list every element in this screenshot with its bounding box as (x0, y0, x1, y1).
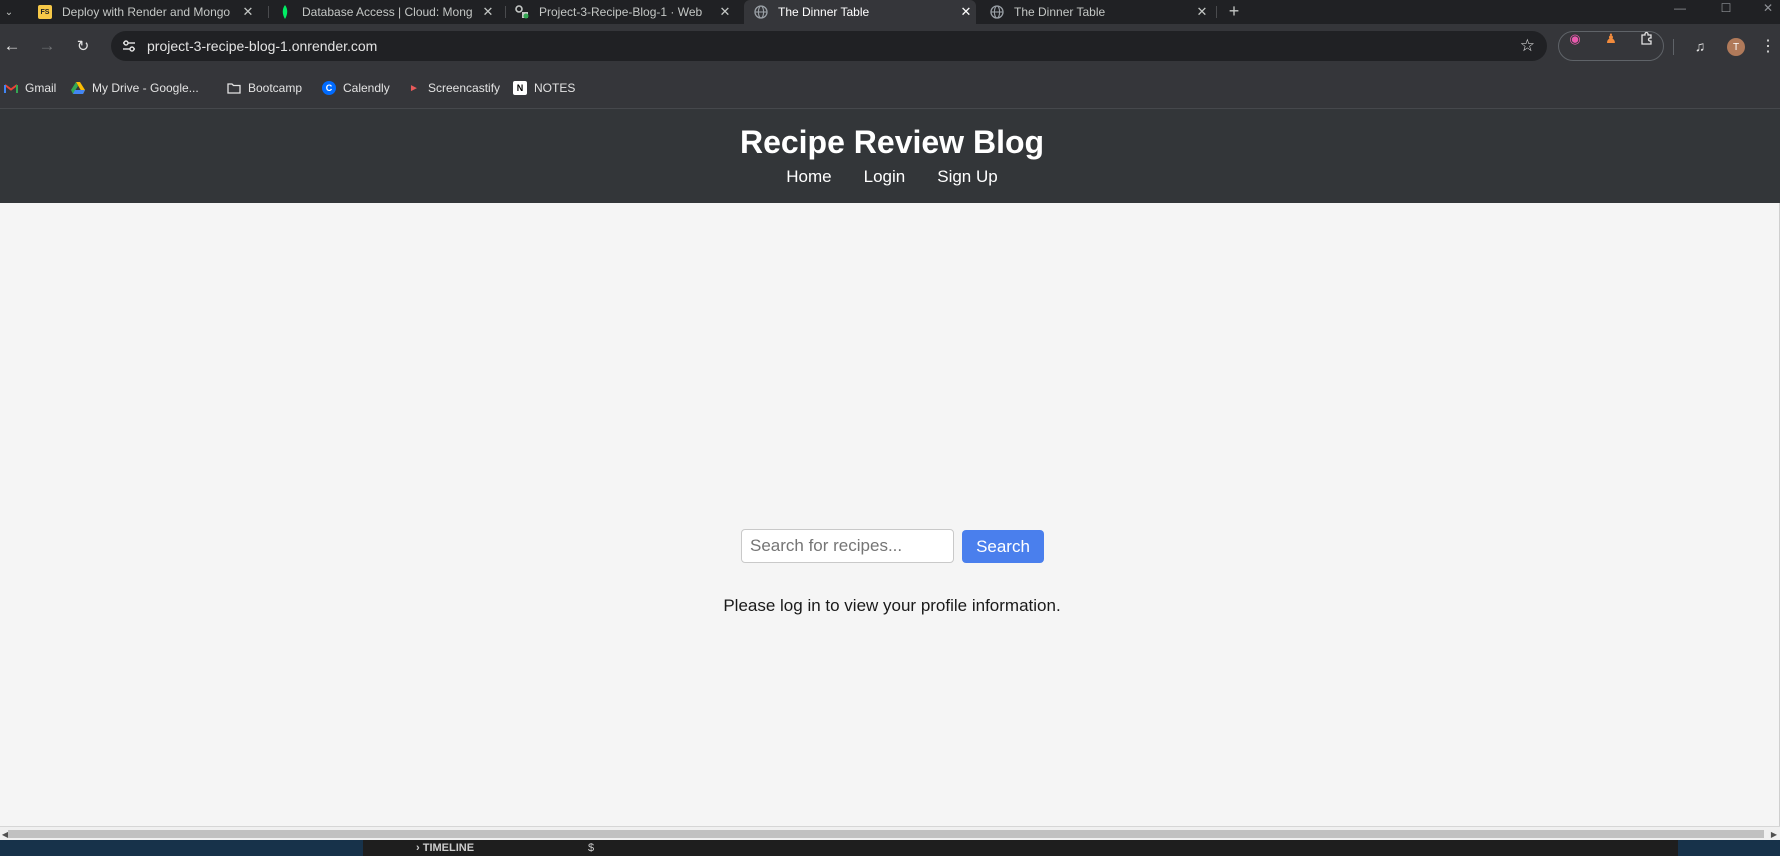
render-logo-icon (515, 5, 529, 19)
new-tab-plus-icon[interactable]: + (1224, 0, 1244, 22)
extension-figure-icon[interactable]: ♟ (1603, 31, 1619, 47)
background-editor-panel (363, 840, 1678, 856)
tab-dinner-table[interactable]: The Dinner Table ✕ (980, 0, 1212, 24)
tab-close-icon[interactable]: ✕ (956, 4, 976, 20)
tab-title: Project-3-Recipe-Blog-1 · Web (539, 5, 703, 19)
timeline-label-text: TIMELINE (422, 842, 475, 854)
tab-close-icon[interactable]: ✕ (238, 4, 258, 20)
search-button[interactable]: Search (962, 530, 1044, 563)
tab-close-icon[interactable]: ✕ (1192, 4, 1212, 20)
nav-signup-link[interactable]: Sign Up (937, 167, 997, 187)
forward-arrow-icon[interactable]: → (35, 34, 59, 58)
scrollbar-thumb[interactable] (8, 830, 1764, 838)
folder-icon (227, 81, 241, 95)
timeline-panel-label: › TIMELINE (416, 842, 475, 854)
bookmark-label: Calendly (343, 81, 390, 95)
google-drive-icon (71, 81, 85, 95)
address-url[interactable]: project-3-recipe-blog-1.onrender.com (147, 38, 377, 54)
site-info-tune-icon[interactable] (121, 38, 137, 54)
notion-icon: N (513, 81, 527, 95)
browser-toolbar: ← → ↻ project-3-recipe-blog-1.onrender.c… (0, 24, 1780, 68)
media-controls-icon[interactable]: ♫ (1688, 34, 1712, 58)
login-required-message: Please log in to view your profile infor… (723, 596, 1061, 615)
site-title: Recipe Review Blog (739, 124, 1045, 160)
horizontal-scrollbar[interactable]: ◀ ▶ (0, 826, 1780, 840)
globe-icon (754, 5, 768, 19)
page-viewport: Recipe Review Blog Home Login Sign Up Se… (0, 108, 1780, 828)
bookmark-bootcamp-folder[interactable]: Bootcamp (227, 80, 302, 96)
reload-icon[interactable]: ↻ (71, 34, 95, 58)
terminal-prompt: $ (588, 842, 595, 854)
recipe-search-input[interactable] (741, 529, 954, 563)
bookmarks-bar: Gmail My Drive - Google... Bootcamp C Ca… (0, 68, 1780, 108)
minimize-icon[interactable]: — (1660, 0, 1700, 16)
bookmark-label: NOTES (534, 81, 576, 95)
tab-database-access[interactable]: Database Access | Cloud: Mong ✕ (268, 0, 498, 24)
tab-title: The Dinner Table (778, 5, 870, 19)
scroll-right-arrow-icon[interactable]: ▶ (1769, 828, 1779, 840)
bookmark-star-icon[interactable]: ☆ (1520, 36, 1535, 56)
tab-deploy-render[interactable]: FS Deploy with Render and Mongo ✕ (28, 0, 258, 24)
bookmark-label: My Drive - Google... (92, 81, 199, 95)
profile-avatar[interactable]: T (1727, 38, 1745, 56)
tab-dinner-table-active[interactable]: The Dinner Table ✕ (744, 0, 976, 24)
extensions-puzzle-icon[interactable] (1639, 31, 1655, 47)
tab-strip: ⌄ FS Deploy with Render and Mongo ✕ Data… (0, 0, 1780, 24)
tab-separator (1216, 6, 1217, 18)
tab-search-chevron-icon[interactable]: ⌄ (0, 0, 18, 24)
bookmark-my-drive[interactable]: My Drive - Google... (71, 80, 199, 96)
bookmark-notes[interactable]: N NOTES (513, 80, 575, 96)
calendly-icon: C (322, 81, 336, 95)
address-bar[interactable]: project-3-recipe-blog-1.onrender.com ☆ (111, 31, 1547, 61)
tab-title: Deploy with Render and Mongo (62, 5, 231, 19)
maximize-icon[interactable]: ☐ (1706, 0, 1746, 16)
nav-login-link[interactable]: Login (864, 167, 906, 187)
gmail-icon (4, 81, 18, 95)
mongodb-leaf-icon (278, 5, 292, 19)
tab-title: The Dinner Table (1014, 5, 1106, 19)
nav-home-link[interactable]: Home (786, 167, 831, 187)
site-header: Recipe Review Blog Home Login Sign Up (0, 108, 1780, 203)
tab-title: Database Access | Cloud: Mong (302, 5, 473, 19)
frontend-simplified-favicon-icon: FS (38, 5, 52, 19)
screencastify-extension-icon[interactable]: ◉ (1567, 31, 1583, 47)
window-close-icon[interactable]: ✕ (1748, 0, 1780, 16)
bookmark-screencastify[interactable]: ► Screencastify (407, 80, 500, 96)
bookmark-gmail[interactable]: Gmail (4, 80, 56, 96)
screencastify-icon: ► (409, 82, 419, 94)
tab-render-project[interactable]: Project-3-Recipe-Blog-1 · Web ✕ (505, 0, 735, 24)
toolbar-divider (1673, 39, 1674, 55)
back-arrow-icon[interactable]: ← (0, 34, 24, 58)
bookmark-label: Gmail (25, 81, 57, 95)
bookmark-label: Bootcamp (248, 81, 303, 95)
globe-icon (990, 5, 1004, 19)
bookmark-calendly[interactable]: C Calendly (322, 80, 390, 96)
more-menu-icon[interactable]: ⋮ (1756, 34, 1780, 58)
bookmark-label: Screencastify (428, 81, 501, 95)
tab-close-icon[interactable]: ✕ (478, 4, 498, 20)
site-nav: Home Login Sign Up (0, 167, 1780, 187)
tab-close-icon[interactable]: ✕ (715, 4, 735, 20)
